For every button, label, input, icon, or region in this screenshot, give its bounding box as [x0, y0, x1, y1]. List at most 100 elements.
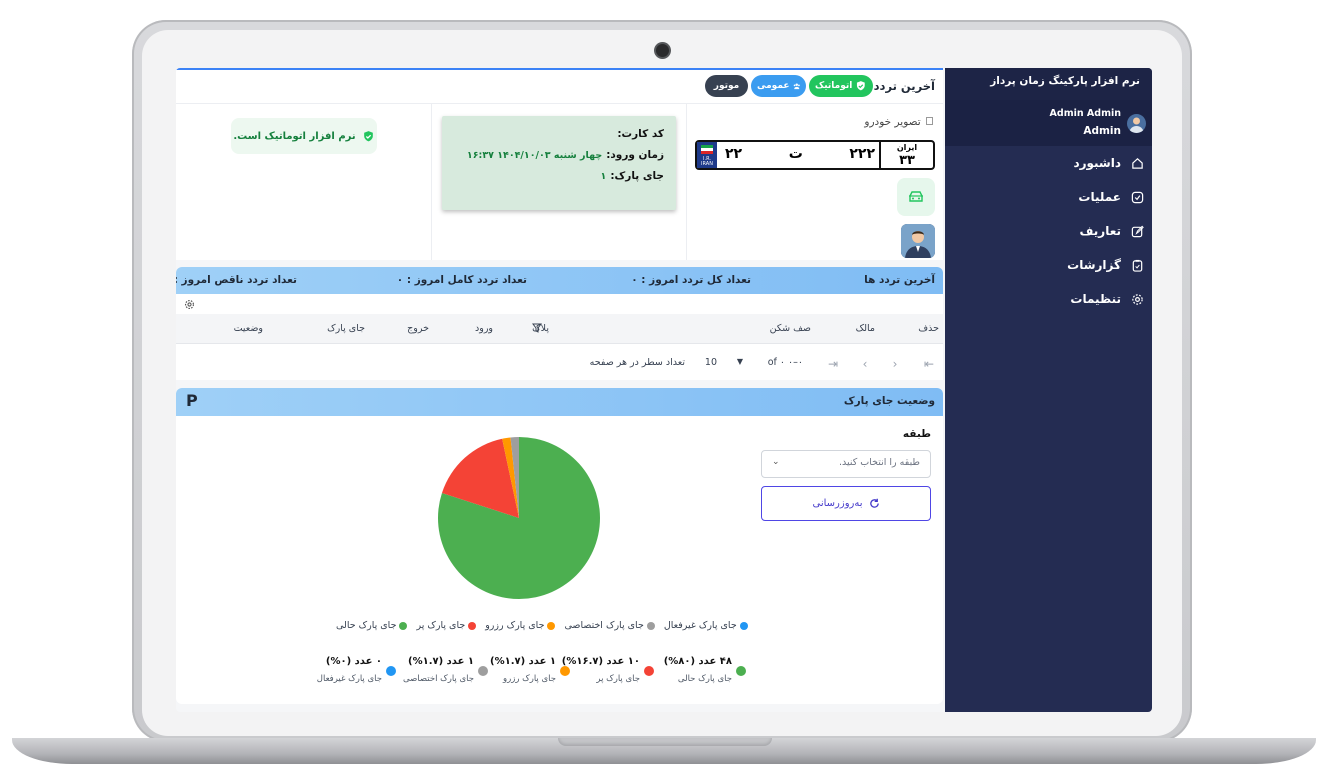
public-badge[interactable]: عمومی [751, 75, 806, 97]
plate-letter: ت [788, 146, 803, 162]
legend-item[interactable]: جای پارک رزرو [485, 620, 556, 631]
traffic-summary-bar: آخرین تردد ها تعداد کل تردد امروز : ۰ تع… [176, 267, 943, 294]
chevron-down-icon: ⌄ [772, 457, 780, 467]
legend-label: جای پارک اختصاصی [564, 620, 644, 631]
shield-check-icon [363, 130, 373, 141]
group-icon [793, 83, 800, 90]
vehicle-type-button[interactable] [897, 178, 935, 216]
sidebar-item-label: تعاریف [1079, 224, 1122, 238]
app-screen: نرم افزار پارکینگ زمان پرداز Admin Admin… [176, 68, 1152, 712]
public-badge-label: عمومی [757, 81, 790, 91]
legend-label: جای پارک پر [416, 620, 466, 631]
user-panel[interactable]: Admin Admin Admin [945, 100, 1152, 146]
page-range: ۰–۰ of ۰ [767, 357, 803, 368]
stat-dot [478, 666, 488, 676]
stat-value: ۰ عدد (۰%) [325, 656, 382, 667]
motorcycle-badge[interactable]: موتور [705, 75, 748, 97]
sidebar-item-dashboard[interactable]: داشبورد [945, 146, 1152, 180]
car-image: تصویر خودرو [864, 116, 933, 128]
auto-mode-note: نرم افزار اتوماتیک است. [231, 118, 377, 154]
auto-note-text: نرم افزار اتوماتیک است. [233, 130, 356, 142]
legend-item[interactable]: جای پارک پر [416, 620, 477, 631]
sidebar-item-operations[interactable]: عملیات [945, 180, 1152, 214]
stat-value: ۱۰ عدد (۱۶.۷%) [561, 656, 640, 667]
avatar[interactable] [1127, 114, 1146, 133]
prev-page-icon[interactable]: ‹ [887, 357, 903, 373]
floor-select[interactable]: طبقه را انتخاب کنید. ⌄ [761, 450, 931, 478]
incomplete-today: تعداد تردد ناقص امروز : ۰ [176, 274, 297, 286]
driver-avatar [901, 224, 935, 258]
plate-separator [879, 142, 881, 168]
stat-dot [644, 666, 654, 676]
iran-flag-icon: I.R. IRAN [697, 142, 717, 168]
refresh-icon [869, 498, 879, 508]
refresh-button[interactable]: به‌روزرسانی [761, 486, 931, 521]
legend-item[interactable]: جای پارک غیرفعال [664, 620, 748, 631]
parking-status-card: وضعیت جای پارک P طبقه طبقه را انتخاب کنی… [176, 388, 943, 704]
stat-item: ۱۰ عدد (۱۶.۷%) جای پارک پر [562, 656, 654, 696]
rows-per-page-label: تعداد سطر در هر صفحه [589, 357, 685, 368]
pagination: ⇤ ‹ › ⇥ ۰–۰ of ۰ ▼ 10 تعداد سطر در هر صف… [176, 346, 943, 380]
stat-dot [736, 666, 746, 676]
column-header[interactable]: ورود [475, 323, 493, 334]
chevron-down-icon[interactable]: ▼ [737, 357, 743, 366]
column-header[interactable]: مالک [856, 323, 875, 334]
legend-dot [547, 621, 556, 630]
stat-label: جای پارک رزرو [503, 674, 556, 684]
column-divider [686, 104, 687, 260]
user-name: Admin Admin [1049, 108, 1121, 119]
entry-info-box: کد کارت: زمان ورود:چهار شنبه ۱۴۰۴/۱۰/۰۳ … [442, 116, 676, 210]
next-page-icon[interactable]: › [857, 357, 873, 373]
sidebar-item-definitions[interactable]: تعاریف [945, 214, 1152, 248]
first-page-icon[interactable]: ⇤ [921, 357, 937, 373]
traffic-title: آخرین تردد ها [864, 274, 935, 286]
motorcycle-badge-label: موتور [713, 81, 740, 91]
legend-item[interactable]: جای پارک حالی [336, 620, 408, 631]
column-header[interactable]: حذف [918, 323, 939, 334]
parking-stats: ۴۸ عدد (۸۰%) جای پارک حالی ۱۰ عدد (۱۶.۷%) ج… [296, 656, 746, 696]
laptop-hinge [558, 738, 772, 746]
total-today: تعداد کل تردد امروز : ۰ [631, 274, 751, 286]
parking-p-icon: P [186, 391, 198, 410]
car-image-alt: تصویر خودرو [864, 116, 921, 128]
sidebar-item-label: داشبورد [1073, 156, 1121, 170]
plate-country: I.R. IRAN [701, 156, 713, 167]
entry-time-value: چهار شنبه ۱۴۰۴/۱۰/۰۳ ۱۶:۳۷ [466, 150, 603, 161]
table-header: حذف مالک صف شکن پلاک ورود خروج جای پارک … [176, 314, 943, 344]
column-header[interactable]: جای پارک [327, 323, 365, 334]
stat-item: ۱ عدد (۱.۷%) جای پارک رزرو [484, 656, 570, 696]
last-entry-title: آخرین تردد [873, 79, 935, 93]
chart-legend: جای پارک غیرفعال جای پارک اختصاصی جای پارک… [336, 620, 748, 631]
rows-per-page-select[interactable]: 10 [705, 357, 717, 368]
column-header[interactable]: خروج [407, 323, 429, 334]
edit-icon [1131, 225, 1144, 237]
check-square-icon [1131, 191, 1144, 203]
stat-label: جای پارک غیرفعال [316, 674, 382, 684]
clipboard-icon [1132, 259, 1143, 272]
legend-label: جای پارک غیرفعال [663, 620, 737, 631]
car-icon [909, 191, 923, 202]
parking-spot-value: ۱ [600, 171, 607, 182]
auto-badge-label: اتوماتیک [815, 81, 853, 91]
column-header[interactable]: وضعیت [234, 323, 263, 334]
license-plate: I.R. IRAN ۲۲ ت ۲۲۲ ایران ۳۳ [695, 140, 935, 170]
legend-item[interactable]: جای پارک اختصاصی [564, 620, 655, 631]
sidebar-item-settings[interactable]: تنظیمات [945, 282, 1152, 316]
sidebar-item-reports[interactable]: گزارشات [945, 248, 1152, 282]
column-header[interactable]: صف شکن [770, 323, 811, 334]
gear-icon[interactable] [184, 299, 195, 310]
gear-icon [1132, 293, 1143, 305]
last-entry-card: آخرین تردد اتوماتیک عمومی موتور تصویر خو [176, 68, 943, 260]
shield-check-icon [857, 81, 866, 91]
user-role: Admin [1083, 125, 1121, 137]
auto-badge[interactable]: اتوماتیک [809, 75, 873, 97]
column-divider [431, 104, 432, 260]
sidebar-item-label: گزارشات [1067, 258, 1121, 272]
last-page-icon[interactable]: ⇥ [825, 357, 841, 373]
legend-dot [646, 621, 655, 630]
plate-numbers: ۲۲ ت ۲۲۲ [725, 146, 875, 166]
stat-item: ۴۸ عدد (۸۰%) جای پارک حالی [660, 656, 746, 696]
column-header[interactable]: پلاک [532, 323, 549, 334]
stat-label: جای پارک اختصاصی [402, 674, 474, 684]
stat-value: ۱ عدد (۱.۷%) [490, 656, 556, 667]
